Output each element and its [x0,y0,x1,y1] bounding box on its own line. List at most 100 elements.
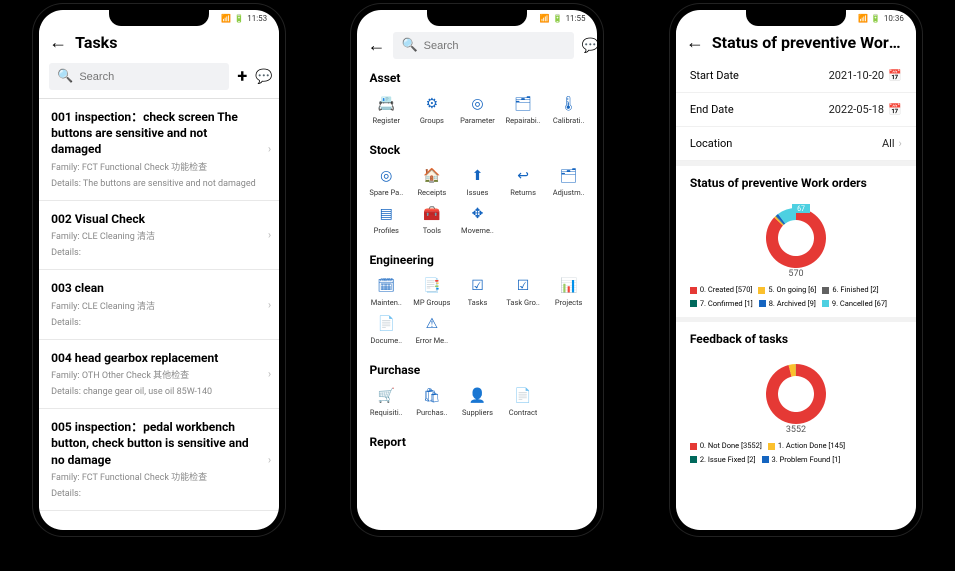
task-item[interactable]: 004 head gearbox replacement Family: OTH… [39,340,279,409]
search-box[interactable]: 🔍 [393,32,573,59]
legend-item: 9. Cancelled [67] [822,298,887,310]
legend-item: 0. Created [570] [690,284,753,296]
task-title: 003 clean [51,280,267,296]
menu-item[interactable]: 🗓Mainten.. [363,273,409,311]
menu-item[interactable]: 🗂Repairabi.. [500,91,546,129]
task-family: Family: OTH Other Check 其他检查 [51,370,267,382]
menu-item[interactable]: ▤Profiles [363,201,409,239]
svg-text:3552: 3552 [786,425,806,434]
menu-label: Suppliers [462,408,493,417]
search-input[interactable] [424,40,566,52]
menu-item[interactable]: 📄Contract [500,383,546,421]
legend-text: 7. Confirmed [1] [700,298,753,310]
task-family: Family: CLE Cleaning 清洁 [51,231,267,243]
legend-text: 6. Finished [2] [832,284,878,296]
menu-item[interactable]: ⬆Issues [455,163,501,201]
task-family: Family: FCT Functional Check 功能检查 [51,162,267,174]
search-box[interactable]: 🔍 [49,63,229,90]
back-icon[interactable]: ← [686,32,704,53]
notch [746,10,846,26]
menu-icon: 📑 [423,277,441,295]
legend-text: 8. Archived [9] [769,298,816,310]
menu-item[interactable]: 👤 Suppliers [455,383,501,421]
chart-2: Feedback of tasks 3552 0. Not Done [3552… [676,322,916,473]
task-item[interactable]: 002 Visual Check Family: CLE Cleaning 清洁… [39,201,279,270]
task-item[interactable]: 003 clean Family: CLE Cleaning 清洁 Detail… [39,270,279,339]
task-title: 005 inspection：pedal workbench button, c… [51,419,267,468]
chat-icon[interactable]: 💬 [255,69,272,85]
menu-icon: 🛒 [377,387,395,405]
menu-label: Contract [509,408,538,417]
menu-grid: 🗓Mainten..📑MP Groups☑Tasks☑Task Gro..📊Pr… [357,271,597,355]
add-icon[interactable]: + [237,66,247,87]
menu-item[interactable]: 📊Projects [546,273,592,311]
legend-text: 5. On going [6] [768,284,816,296]
menu-label: Moveme.. [461,226,494,235]
task-item[interactable]: 001 inspection：check screen The buttons … [39,99,279,201]
menu-item[interactable]: ◎Spare Pa.. [363,163,409,201]
chevron-right-icon: › [268,453,271,466]
menu-item[interactable]: 🏠Receipts [409,163,455,201]
menu-sections: Asset📇Register⚙Groups◎Parameter🗂Repairab… [357,63,597,453]
menu-item[interactable]: 🛍Purchas.. [409,383,455,421]
menu-item[interactable]: ↩Returns [500,163,546,201]
menu-icon: 👤 [468,387,486,405]
task-item[interactable]: 005 inspection：pedal workbench button, c… [39,409,279,511]
menu-item[interactable]: ☑Task Gro.. [500,273,546,311]
legend-swatch [822,287,829,294]
battery-icon: 🔋 [871,14,881,23]
menu-icon: ☑ [514,277,532,295]
menu-label: Tools [423,226,441,235]
back-icon[interactable]: ← [49,32,67,53]
menu-item[interactable]: 🗂Adjustm.. [546,163,592,201]
menu-label: Error Me.. [416,336,448,345]
menu-item[interactable]: 📇Register [363,91,409,129]
task-details: Details: change gear oil, use oil 85W-14… [51,386,267,398]
filter-location[interactable]: Location All› [676,127,916,161]
legend-swatch [690,300,697,307]
menu-label: Repairabi.. [505,116,540,125]
menu-label: Requisiti.. [370,408,403,417]
menu-item[interactable]: ⚙Groups [409,91,455,129]
menu-item[interactable]: 🧰Tools [409,201,455,239]
legend-item: 6. Finished [2] [822,284,878,296]
menu-icon: ⚠ [423,315,441,333]
chevron-right-icon: › [268,298,271,311]
legend-item: 0. Not Done [3552] [690,440,762,452]
menu-label: Register [373,116,400,125]
legend-text: 1. Action Done [145] [778,440,845,452]
search-icon: 🔍 [57,69,73,84]
menu-icon: ◎ [468,95,486,113]
filter-start-date[interactable]: Start Date 2021-10-20📅 [676,59,916,93]
legend-text: 0. Not Done [3552] [700,440,762,452]
menu-icon: ◎ [377,167,395,185]
filter-label: Start Date [690,69,739,82]
filter-end-date[interactable]: End Date 2022-05-18📅 [676,93,916,127]
back-icon[interactable]: ← [367,35,385,56]
menu-label: Parameter [460,116,495,125]
menu-item[interactable]: 🛒 Requisiti.. [363,383,409,421]
calendar-icon: 📅 [888,69,902,82]
legend-swatch [759,300,766,307]
search-input[interactable] [79,71,221,83]
legend-swatch [690,287,697,294]
legend-item: 1. Action Done [145] [768,440,845,452]
menu-item[interactable]: 📑MP Groups [409,273,455,311]
menu-label: Projects [555,298,583,307]
menu-item[interactable]: 📄Docume.. [363,311,409,349]
notch [427,10,527,26]
menu-item[interactable]: ✥ Moveme.. [455,201,501,239]
section-label: Stock [357,135,597,161]
svg-text:67: 67 [797,205,805,213]
menu-item[interactable]: ☑Tasks [455,273,501,311]
chat-icon[interactable]: 💬 [582,38,598,54]
chevron-right-icon: › [268,229,271,242]
menu-item[interactable]: ⚠ Error Me.. [409,311,455,349]
legend-text: 9. Cancelled [67] [832,298,887,310]
menu-icon: ⚙ [423,95,441,113]
menu-item[interactable]: 🌡Calibrati.. [546,91,592,129]
menu-item[interactable]: ◎ Parameter [455,91,501,129]
legend-swatch [762,456,769,463]
signal-icon: 📶 [858,14,868,23]
menu-icon: ✥ [468,205,486,223]
